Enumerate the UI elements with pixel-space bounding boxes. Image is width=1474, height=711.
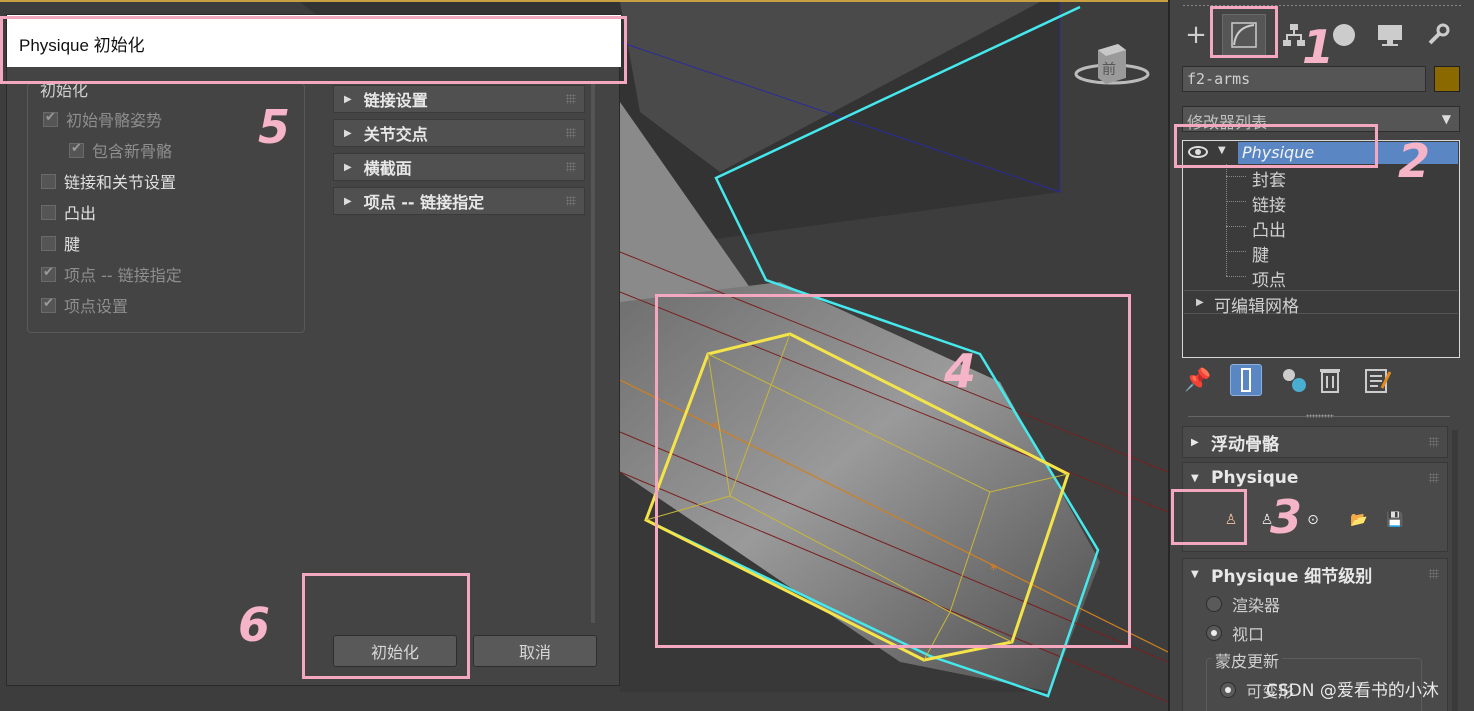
grip-icon [566,162,576,172]
checkbox[interactable] [41,173,56,189]
annotation-number: 2 [1398,134,1431,188]
option-include-new-bones[interactable]: 包含新骨骼 [69,138,172,162]
configure-sets-icon [1365,369,1392,393]
tree-connector [1226,164,1227,276]
tab-utilities[interactable] [1416,14,1460,56]
annotation-box-6 [302,573,470,679]
stack-subobject-link[interactable]: 链接 [1252,191,1286,216]
grip-icon [1429,437,1439,447]
motion-sphere-icon [1333,24,1355,46]
lod-renderer-radio[interactable]: 渲染器 [1206,592,1280,616]
show-end-result-button[interactable] [1230,364,1262,396]
make-unique-icon [1283,369,1306,392]
open-file-button[interactable]: 📂 [1348,510,1370,530]
pin-stack-button[interactable]: 📌 [1182,364,1214,396]
plus-icon: + [1185,20,1207,50]
checkbox[interactable] [41,204,56,220]
stack-subobject-bulge[interactable]: 凸出 [1252,216,1286,241]
option-vertex-settings[interactable]: 项点设置 [41,293,128,317]
stack-subobject-envelope[interactable]: 封套 [1252,166,1286,191]
grip-icon [1429,473,1439,483]
remove-modifier-button[interactable] [1314,364,1346,396]
annotation-box-1 [1210,6,1278,58]
grip-icon [566,94,576,104]
expand-arrow-icon: ▶ [344,127,352,139]
tree-tick [1226,226,1246,227]
collapse-arrow-icon: ▼ [1191,472,1199,484]
radio-dot [1206,625,1222,641]
radio-dot [1206,596,1222,612]
stack-item-editable-mesh[interactable]: ▶ 可编辑网格 [1184,290,1458,317]
pipe-icon [1241,368,1251,392]
checkbox[interactable] [69,141,84,158]
annotation-box-4 [655,294,1131,648]
grip-icon [1429,569,1439,579]
attach-node-link-button[interactable]: ⊙ [1302,510,1324,530]
tree-tick [1226,176,1246,177]
rollout-joint-intersections[interactable]: ▶ 关节交点 [333,119,585,147]
stack-subobject-vertex[interactable]: 项点 [1252,266,1286,291]
annotation-number: 6 [238,598,271,652]
save-file-button[interactable]: 💾 [1384,510,1406,530]
panel-splitter[interactable] [1306,414,1334,418]
rollout-link-settings[interactable]: ▶ 链接设置 [333,85,585,113]
checkbox[interactable] [43,110,58,127]
rollout-vertex-link-assignment[interactable]: ▶ 项点 -- 链接指定 [333,187,585,215]
tree-tick [1226,201,1246,202]
tree-tick [1226,276,1246,277]
radio-dot [1220,682,1236,698]
option-tendons[interactable]: 腱 [41,231,80,255]
trash-icon [1320,369,1340,393]
folder-icon: 📂 [1350,512,1368,528]
panel-scrollbar[interactable] [1452,430,1458,711]
grip-icon [566,196,576,206]
wrench-icon [1428,23,1450,45]
annotation-number: 3 [1270,490,1303,544]
rollout-floating-bones[interactable]: ▶ 浮动骨骼 [1182,426,1448,458]
rollout-cross-sections[interactable]: ▶ 横截面 [333,153,585,181]
annotation-box-5 [0,16,627,84]
option-initial-skeleton-pose[interactable]: 初始骨骼姿势 [43,107,162,131]
skin-update-title: 蒙皮更新 [1212,648,1283,672]
expand-arrow-icon: ▶ [1196,297,1204,308]
stack-subobject-tendon[interactable]: 腱 [1252,241,1269,266]
annotation-box-3 [1171,489,1247,545]
annotation-number: 4 [944,344,977,398]
option-link-joint-settings[interactable]: 链接和关节设置 [41,169,176,193]
checkbox[interactable] [41,265,56,282]
expand-arrow-icon: ▶ [344,195,352,207]
expand-arrow-icon: ▶ [344,161,352,173]
option-vertex-link-assignment[interactable]: 项点 -- 链接指定 [41,262,182,286]
cancel-button[interactable]: 取消 [473,635,597,667]
watermark: CSDN @爱看书的小沐 [1266,681,1439,701]
viewcube-icon: 前 [1074,44,1150,85]
expand-arrow-icon: ▶ [1191,436,1199,448]
viewcube[interactable]: 前 [1074,38,1154,98]
dropdown-arrow-icon: ▼ [1441,112,1451,126]
annotation-box-2 [1174,124,1378,168]
make-unique-button[interactable] [1278,364,1310,396]
display-monitor-icon [1378,25,1402,46]
expand-arrow-icon: ▶ [344,93,352,105]
pin-icon: 📌 [1184,367,1212,393]
option-bulges[interactable]: 凸出 [41,200,96,224]
floppy-disk-icon: 💾 [1386,512,1404,528]
configure-modifier-sets-button[interactable] [1362,364,1394,396]
collapse-arrow-icon: ▼ [1191,568,1199,580]
rollout-lod-header[interactable]: ▼ Physique 细节级别 [1183,559,1447,589]
dialog-scrollbar[interactable] [591,83,595,623]
annotation-number: 5 [258,100,291,154]
link-node-icon: ⊙ [1307,512,1319,528]
annotation-number: 1 [1302,20,1335,74]
tab-display[interactable] [1368,14,1412,56]
object-color-swatch[interactable] [1434,66,1460,92]
checkbox[interactable] [41,296,56,313]
checkbox[interactable] [41,235,56,251]
svg-text:前: 前 [1102,61,1116,78]
grip-icon [566,128,576,138]
lod-viewport-radio[interactable]: 视口 [1206,621,1264,645]
tree-tick [1226,251,1246,252]
